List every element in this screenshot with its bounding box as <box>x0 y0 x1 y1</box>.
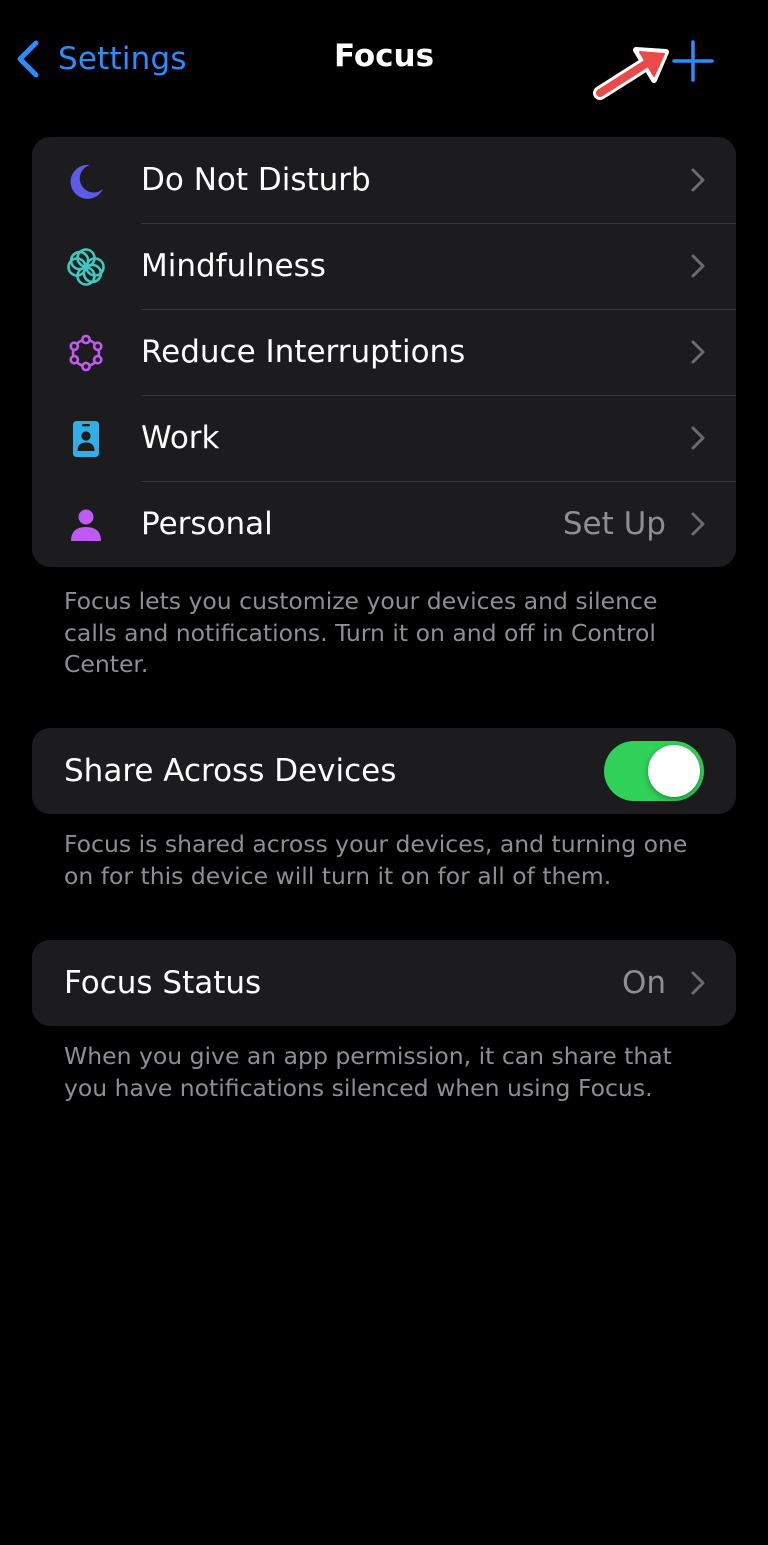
focus-mode-personal[interactable]: Personal Set Up <box>32 481 736 567</box>
annotation-arrow-icon <box>593 47 669 100</box>
focus-mode-work[interactable]: Work <box>32 395 736 481</box>
moon-icon <box>66 161 106 201</box>
chevron-right-icon <box>691 426 705 450</box>
chevron-right-icon <box>691 971 705 995</box>
setup-detail: Set Up <box>562 506 666 542</box>
chevron-right-icon <box>691 512 705 536</box>
navigation-bar: Settings Focus <box>0 0 768 120</box>
share-across-devices-toggle[interactable] <box>604 741 704 801</box>
focus-mode-reduce-interruptions[interactable]: Reduce Interruptions <box>32 309 736 395</box>
share-across-devices-row: Share Across Devices <box>32 728 736 814</box>
focus-mode-label: Reduce Interruptions <box>141 334 466 370</box>
chevron-right-icon <box>691 168 705 192</box>
interruptions-icon <box>66 333 106 373</box>
focus-status-value: On <box>621 965 666 1001</box>
focus-mode-mindfulness[interactable]: Mindfulness <box>32 223 736 309</box>
chevron-right-icon <box>691 254 705 278</box>
chevron-right-icon <box>691 340 705 364</box>
focus-mode-label: Personal <box>141 506 273 542</box>
focus-settings-screen: Settings Focus Do Not Disturb Mindfulnes… <box>0 0 768 1545</box>
person-icon <box>66 505 106 545</box>
add-focus-button[interactable] <box>670 38 716 84</box>
share-across-devices-group: Share Across Devices <box>32 728 736 814</box>
focus-mode-label: Mindfulness <box>141 248 326 284</box>
share-footnote: Focus is shared across your devices, and… <box>64 830 688 890</box>
share-across-devices-label: Share Across Devices <box>64 753 397 789</box>
focus-modes-list: Do Not Disturb Mindfulness Reduce Interr… <box>32 137 736 567</box>
focus-mode-label: Do Not Disturb <box>141 162 371 198</box>
flower-icon <box>66 247 106 287</box>
focus-footnote: Focus lets you customize your devices an… <box>64 587 658 678</box>
focus-status-row[interactable]: Focus Status On <box>32 940 736 1026</box>
focus-status-label: Focus Status <box>64 965 262 1001</box>
focus-status-group: Focus Status On <box>32 940 736 1026</box>
focus-mode-label: Work <box>141 420 220 456</box>
status-footnote: When you give an app permission, it can … <box>64 1042 672 1102</box>
focus-mode-do-not-disturb[interactable]: Do Not Disturb <box>32 137 736 223</box>
toggle-knob <box>648 745 700 797</box>
id-badge-icon <box>66 419 106 459</box>
